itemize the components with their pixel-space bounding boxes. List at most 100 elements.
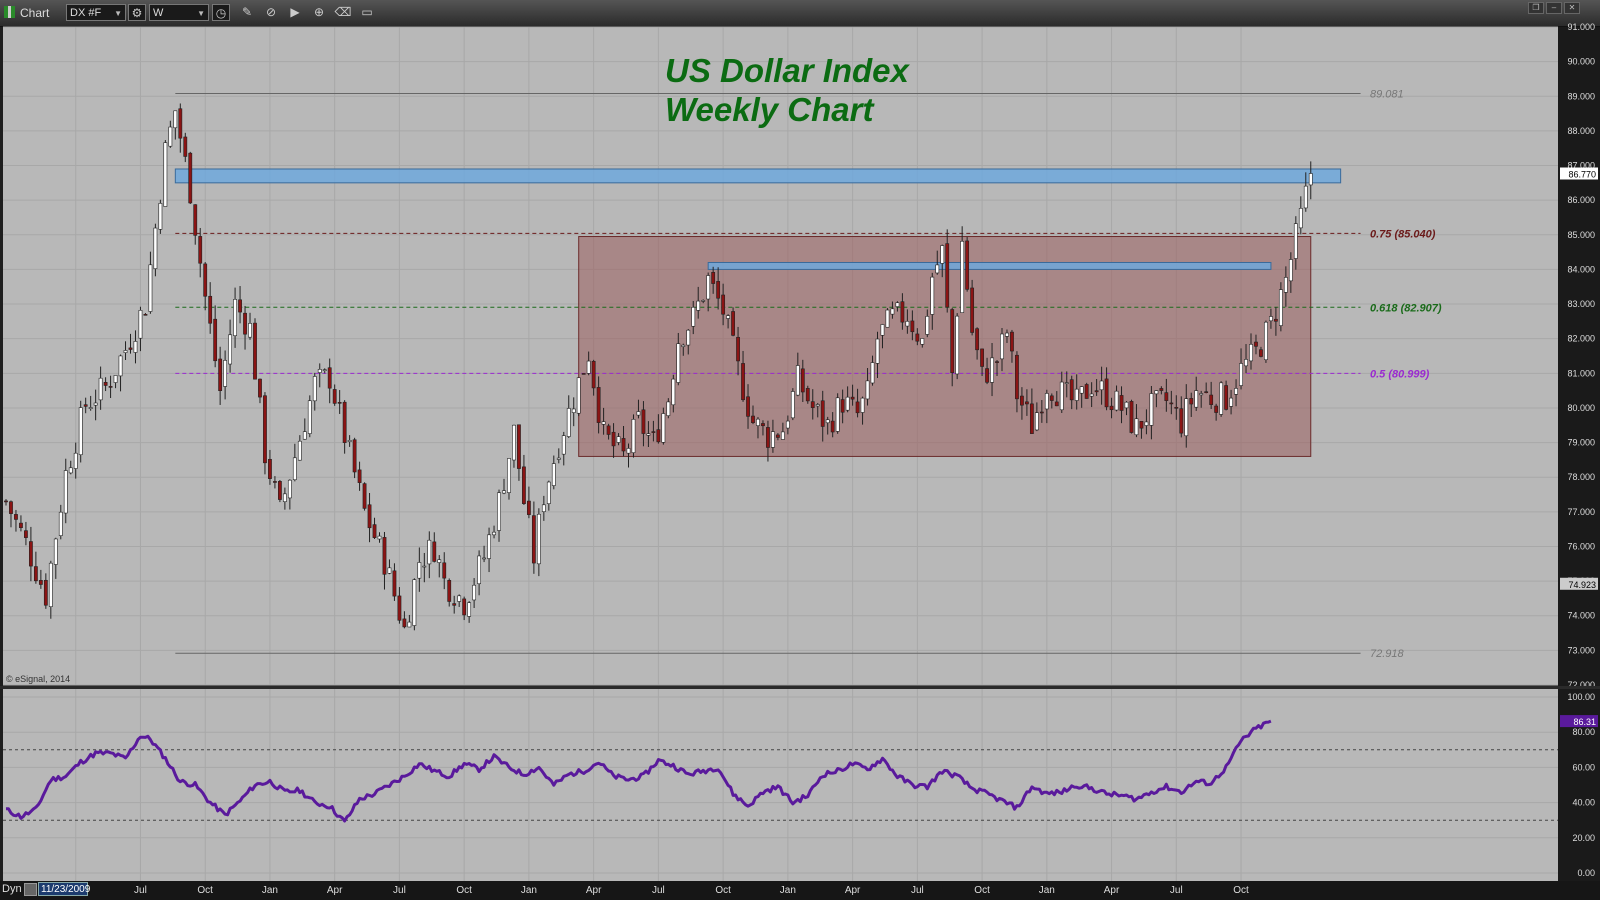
candle-up [322, 369, 327, 371]
candle-down [522, 466, 526, 504]
candle-up [935, 264, 940, 274]
candle-up [1278, 289, 1283, 326]
candle-down [367, 504, 372, 529]
candle-up [616, 436, 621, 443]
candle-down [1214, 405, 1219, 413]
candle-down [352, 439, 357, 473]
candle-down [656, 429, 661, 443]
candle-up [427, 539, 432, 565]
candle-down [103, 382, 108, 386]
price-tick-label: 84.000 [1567, 264, 1595, 274]
candle-down [452, 603, 457, 606]
candle-up [118, 355, 123, 377]
cursor-date-field[interactable]: 11/23/2009 [38, 882, 90, 896]
candle-down [208, 295, 213, 324]
candle-down [1139, 420, 1144, 429]
price-tick-label: 90.000 [1567, 57, 1595, 67]
candle-up [487, 534, 491, 559]
candle-down [736, 336, 740, 362]
time-tick-label: Oct [197, 885, 213, 896]
candle-up [1283, 277, 1288, 293]
candle-down [83, 404, 88, 407]
candle-up [1074, 388, 1079, 401]
candle-down [24, 530, 28, 538]
candle-up [1199, 393, 1204, 396]
candle-down [128, 347, 133, 350]
candle-up [63, 470, 68, 514]
candle-up [113, 375, 118, 383]
level-label: 72.918 [1370, 648, 1405, 660]
level-label: 89.081 [1370, 88, 1404, 100]
candle-down [526, 500, 531, 515]
price-tick-label: 76.000 [1567, 541, 1595, 551]
candle-down [432, 541, 437, 562]
candle-down [915, 333, 920, 342]
candle-down [741, 363, 745, 401]
chart-title-line-2: Weekly Chart [665, 91, 875, 128]
candle-up [785, 420, 790, 429]
price-tick-label: 73.000 [1567, 645, 1595, 655]
candle-up [556, 457, 561, 460]
candle-down [243, 312, 247, 335]
candle-down [372, 524, 377, 538]
candle-up [1005, 332, 1009, 337]
candle-up [631, 419, 636, 453]
candle-down [721, 294, 726, 315]
candle-down [263, 395, 267, 464]
price-tick-label: 77.000 [1567, 507, 1595, 517]
candle-down [203, 263, 208, 297]
candle-up [1044, 393, 1049, 410]
candle-down [1209, 394, 1214, 405]
candle-down [442, 562, 447, 579]
candle-down [975, 328, 980, 351]
candle-down [621, 438, 626, 452]
price-tick-label: 91.000 [1567, 22, 1595, 32]
candle-up [561, 435, 566, 455]
candle-down [810, 401, 815, 408]
candle-up [671, 378, 676, 406]
candle-up [482, 557, 486, 560]
candle-down [1109, 405, 1114, 411]
candle-down [342, 401, 347, 443]
price-tick-label: 82.000 [1567, 334, 1595, 344]
candle-down [716, 281, 721, 299]
candle-up [1124, 401, 1129, 409]
candle-up [756, 418, 760, 426]
time-tick-label: Oct [974, 885, 990, 896]
candle-down [273, 481, 277, 483]
candle-up [133, 341, 138, 353]
price-tick-label: 83.000 [1567, 299, 1595, 309]
candle-up [347, 440, 352, 442]
marker-price-tag-label: 74.923 [1568, 580, 1596, 590]
candle-up [48, 562, 53, 607]
price-tick-label: 81.000 [1567, 368, 1595, 378]
candle-up [566, 408, 571, 437]
status-toggle-button[interactable] [24, 883, 37, 896]
candle-down [1069, 379, 1074, 401]
copyright-label: © eSignal, 2014 [6, 674, 70, 684]
candle-down [447, 580, 452, 602]
candle-down [531, 515, 536, 564]
candle-down [108, 386, 113, 388]
candle-down [1015, 354, 1019, 400]
candle-down [775, 434, 780, 438]
candle-down [183, 136, 188, 157]
rsi-tick-label: 100.00 [1567, 692, 1595, 702]
last-price-tag-label: 86.770 [1568, 169, 1596, 179]
panel-divider[interactable] [0, 686, 1600, 689]
candle-up [686, 329, 691, 346]
candle-down [38, 580, 43, 585]
candle-up [53, 538, 58, 565]
candle-up [1308, 173, 1313, 186]
candle-up [297, 440, 302, 461]
time-tick-label: Apr [845, 885, 861, 896]
rsi-tick-label: 0.00 [1577, 868, 1595, 878]
time-axis[interactable] [0, 881, 1600, 900]
candle-up [551, 463, 556, 486]
candle-up [1264, 321, 1268, 361]
candle-up [1249, 344, 1253, 362]
candle-down [4, 500, 8, 503]
chart-area[interactable]: 89.081 72.918 0.75 (85.040) 0.618 (82.907) 0… [0, 0, 1600, 900]
candle-up [676, 343, 681, 383]
candle-up [377, 535, 382, 540]
